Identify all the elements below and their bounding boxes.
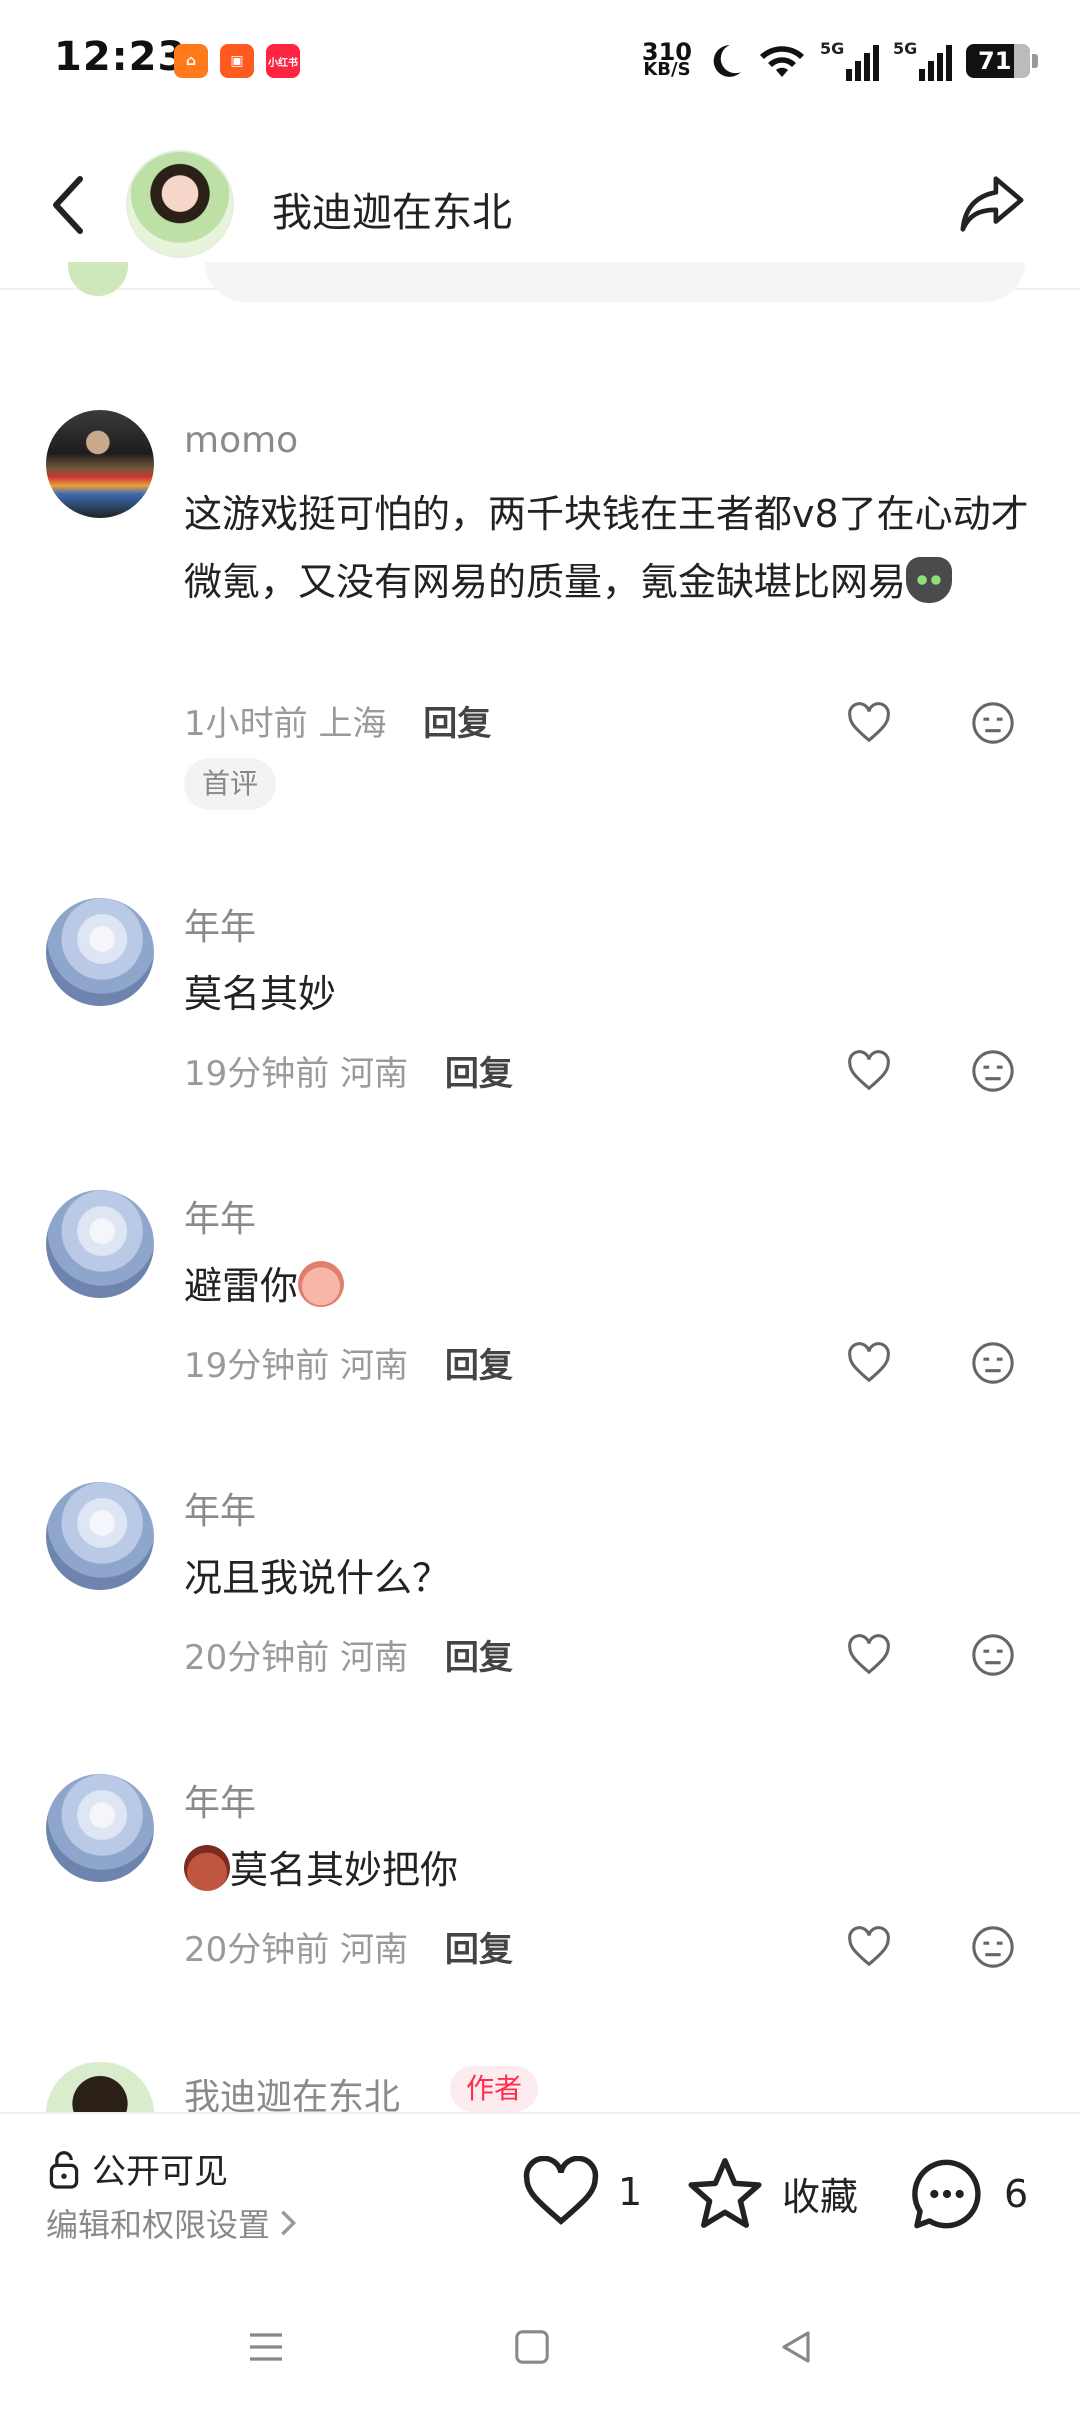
comment-text[interactable]: 莫名其妙 xyxy=(184,960,1034,1028)
comment-text[interactable]: 这游戏挺可怕的，两千块钱在王者都v8了在心动才微氪，又没有网易的质量，氪金缺堪比… xyxy=(184,480,1034,616)
moon-icon xyxy=(713,45,741,77)
visibility-label: 公开可见 xyxy=(92,2152,228,2192)
cat-emoji-icon xyxy=(906,557,953,603)
comment-location: 河南 xyxy=(340,1930,409,1970)
commenter-avatar[interactable] xyxy=(46,1482,154,1590)
battery-icon: 71 xyxy=(966,44,1038,78)
reply-button[interactable]: 回复 xyxy=(445,1346,513,1386)
like-count: 1 xyxy=(618,2170,643,2214)
comment-button[interactable]: 6 xyxy=(908,2156,1028,2232)
menu-icon xyxy=(250,2333,282,2361)
heart-icon[interactable] xyxy=(846,1924,892,1970)
heart-icon[interactable] xyxy=(846,1340,892,1386)
comment-meta: 19分钟前 河南 回复 xyxy=(184,1338,513,1387)
heart-icon xyxy=(523,2156,599,2225)
xiaohongshu-icon: 小红书 xyxy=(266,44,300,78)
angry-emoji-icon xyxy=(184,1845,230,1891)
comment-meta: 1小时前 上海 回复 xyxy=(184,696,491,745)
like-button[interactable]: 1 xyxy=(522,2156,642,2228)
meh-face-icon[interactable] xyxy=(970,1632,1016,1678)
back-nav-button[interactable] xyxy=(766,2322,826,2372)
comment-text[interactable]: 莫名其妙把你 xyxy=(184,1836,1034,1904)
reply-button[interactable]: 回复 xyxy=(445,1638,513,1678)
bottom-action-bar: 公开可见 编辑和权限设置 1 收藏 6 xyxy=(0,2112,1080,2282)
menu-nav-button[interactable] xyxy=(236,2322,296,2372)
status-bar: 12:23 ⌂ ▣ 小红书 310 KB/S 5G 5G 71 xyxy=(0,0,1080,120)
commenter-avatar[interactable] xyxy=(46,1774,154,1882)
heart-icon[interactable] xyxy=(846,1632,892,1678)
reply-button[interactable]: 回复 xyxy=(445,1930,513,1970)
notification-app-icon: ⌂ xyxy=(174,44,208,78)
net-speed: 310 KB/S xyxy=(641,38,692,80)
heart-icon[interactable] xyxy=(846,700,892,746)
comment-meta: 20分钟前 河南 回复 xyxy=(184,1922,513,1971)
comment-location: 河南 xyxy=(340,1638,409,1678)
comment-time: 20分钟前 xyxy=(184,1638,330,1678)
back-arrow-icon xyxy=(53,176,83,234)
comment-bubble-icon xyxy=(912,2159,981,2229)
first-comment-tag: 首评 xyxy=(184,758,277,810)
permissions-link[interactable]: 编辑和权限设置 xyxy=(46,2200,298,2246)
back-button[interactable] xyxy=(38,170,98,240)
comment-location: 河南 xyxy=(340,1054,409,1094)
comment-meta: 20分钟前 河南 回复 xyxy=(184,1630,513,1679)
meh-face-icon[interactable] xyxy=(970,1048,1016,1094)
square-icon xyxy=(515,2330,549,2364)
commenter-avatar[interactable] xyxy=(46,1190,154,1298)
collect-label: 收藏 xyxy=(782,2174,859,2219)
reply-button[interactable]: 回复 xyxy=(423,704,491,744)
comment-time: 20分钟前 xyxy=(184,1930,330,1970)
comment-time: 1小时前 xyxy=(184,704,308,744)
meh-face-icon[interactable] xyxy=(970,700,1016,746)
comment-text[interactable]: 况且我说什么？ xyxy=(184,1544,1034,1612)
visibility-status[interactable]: 公开可见 xyxy=(46,2144,228,2193)
meh-face-icon[interactable] xyxy=(970,1924,1016,1970)
share-button[interactable] xyxy=(954,168,1030,240)
comment-time: 19分钟前 xyxy=(184,1346,330,1386)
home-nav-button[interactable] xyxy=(502,2322,562,2372)
commenter-name[interactable]: 年年 xyxy=(184,1190,256,1242)
status-time: 12:23 xyxy=(54,34,187,80)
previous-comment-bubble xyxy=(205,262,1025,302)
author-tag: 作者 xyxy=(450,2066,539,2112)
comment-location: 河南 xyxy=(340,1346,409,1386)
commenter-name[interactable]: 年年 xyxy=(184,898,256,950)
lock-icon xyxy=(49,2150,79,2189)
commenter-name[interactable]: 年年 xyxy=(184,1774,256,1826)
comment-location: 上海 xyxy=(318,704,387,744)
comment-time: 19分钟前 xyxy=(184,1054,330,1094)
meh-face-icon[interactable] xyxy=(970,1340,1016,1386)
heart-icon[interactable] xyxy=(846,1048,892,1094)
status-indicators: 310 KB/S 5G 5G 71 xyxy=(641,38,1038,84)
author-name[interactable]: 我迪迦在东北 xyxy=(272,180,512,238)
comment-count: 6 xyxy=(1004,2172,1029,2216)
chevron-right-icon xyxy=(281,2210,297,2236)
crying-emoji-icon xyxy=(298,1261,345,1307)
commenter-avatar[interactable] xyxy=(46,410,154,518)
triangle-back-icon xyxy=(782,2331,810,2363)
wifi-icon xyxy=(760,46,804,77)
system-nav-bar xyxy=(0,2282,1080,2412)
signal-icon: 5G xyxy=(893,39,952,81)
permissions-label: 编辑和权限设置 xyxy=(46,2206,271,2244)
notification-app-icon: ▣ xyxy=(220,44,254,78)
collect-button[interactable]: 收藏 xyxy=(686,2156,858,2230)
reply-button[interactable]: 回复 xyxy=(445,1054,513,1094)
author-reply-avatar[interactable] xyxy=(46,2062,154,2114)
share-icon xyxy=(960,176,1024,232)
comment-meta: 19分钟前 河南 回复 xyxy=(184,1046,513,1095)
author-avatar[interactable] xyxy=(126,150,234,258)
commenter-avatar[interactable] xyxy=(46,898,154,1006)
commenter-name[interactable]: momo xyxy=(184,420,298,461)
star-icon xyxy=(688,2158,762,2228)
signal-icon: 5G xyxy=(820,39,879,81)
previous-comment-avatar xyxy=(68,262,128,296)
commenter-name[interactable]: 年年 xyxy=(184,1482,256,1534)
comment-text[interactable]: 避雷你 xyxy=(184,1252,1034,1320)
